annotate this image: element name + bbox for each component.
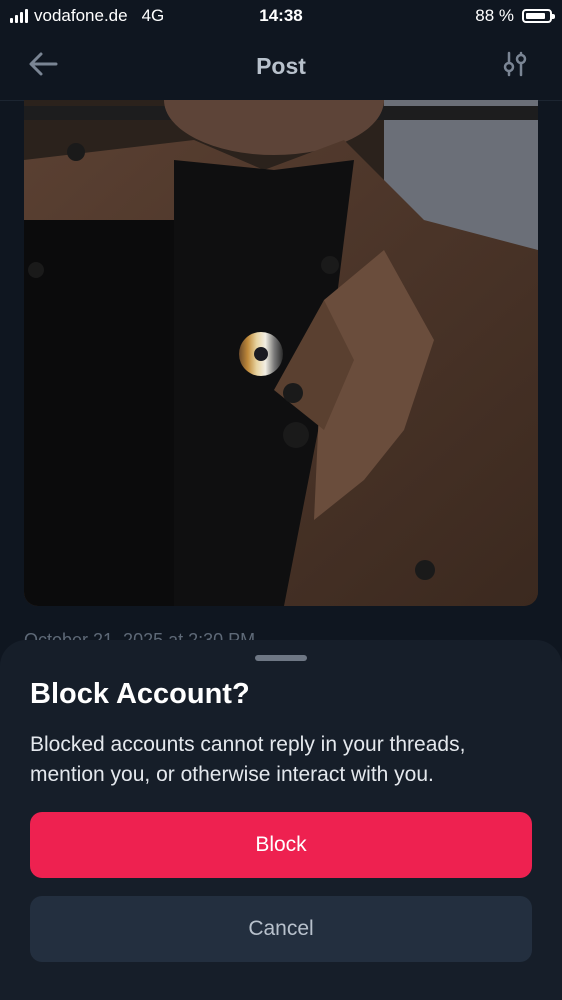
battery-icon — [522, 9, 555, 23]
cancel-button[interactable]: Cancel — [30, 896, 532, 962]
post-photo[interactable] — [24, 100, 538, 606]
sheet-grabber[interactable] — [255, 655, 307, 661]
carrier-name: vodafone.de — [34, 6, 128, 25]
sliders-icon — [503, 51, 527, 77]
block-button[interactable]: Block — [30, 812, 532, 878]
nav-bar: Post — [0, 32, 562, 101]
arrow-left-icon — [29, 52, 58, 76]
carrier-info: vodafone.de 4G — [10, 6, 164, 26]
signal-icon — [10, 9, 28, 23]
battery-percent: 88 % — [475, 6, 514, 25]
block-account-sheet: Block Account? Blocked accounts cannot r… — [0, 640, 562, 1000]
back-button[interactable] — [26, 50, 62, 78]
network-type: 4G — [141, 6, 165, 25]
sheet-title: Block Account? — [30, 678, 250, 710]
battery-info: 88 % — [475, 6, 555, 26]
photo-image — [24, 100, 538, 606]
page-title: Post — [256, 52, 306, 79]
sheet-message: Blocked accounts cannot reply in your th… — [30, 733, 466, 786]
filter-button[interactable] — [502, 50, 528, 78]
status-bar: vodafone.de 4G 14:38 88 % — [0, 0, 562, 32]
